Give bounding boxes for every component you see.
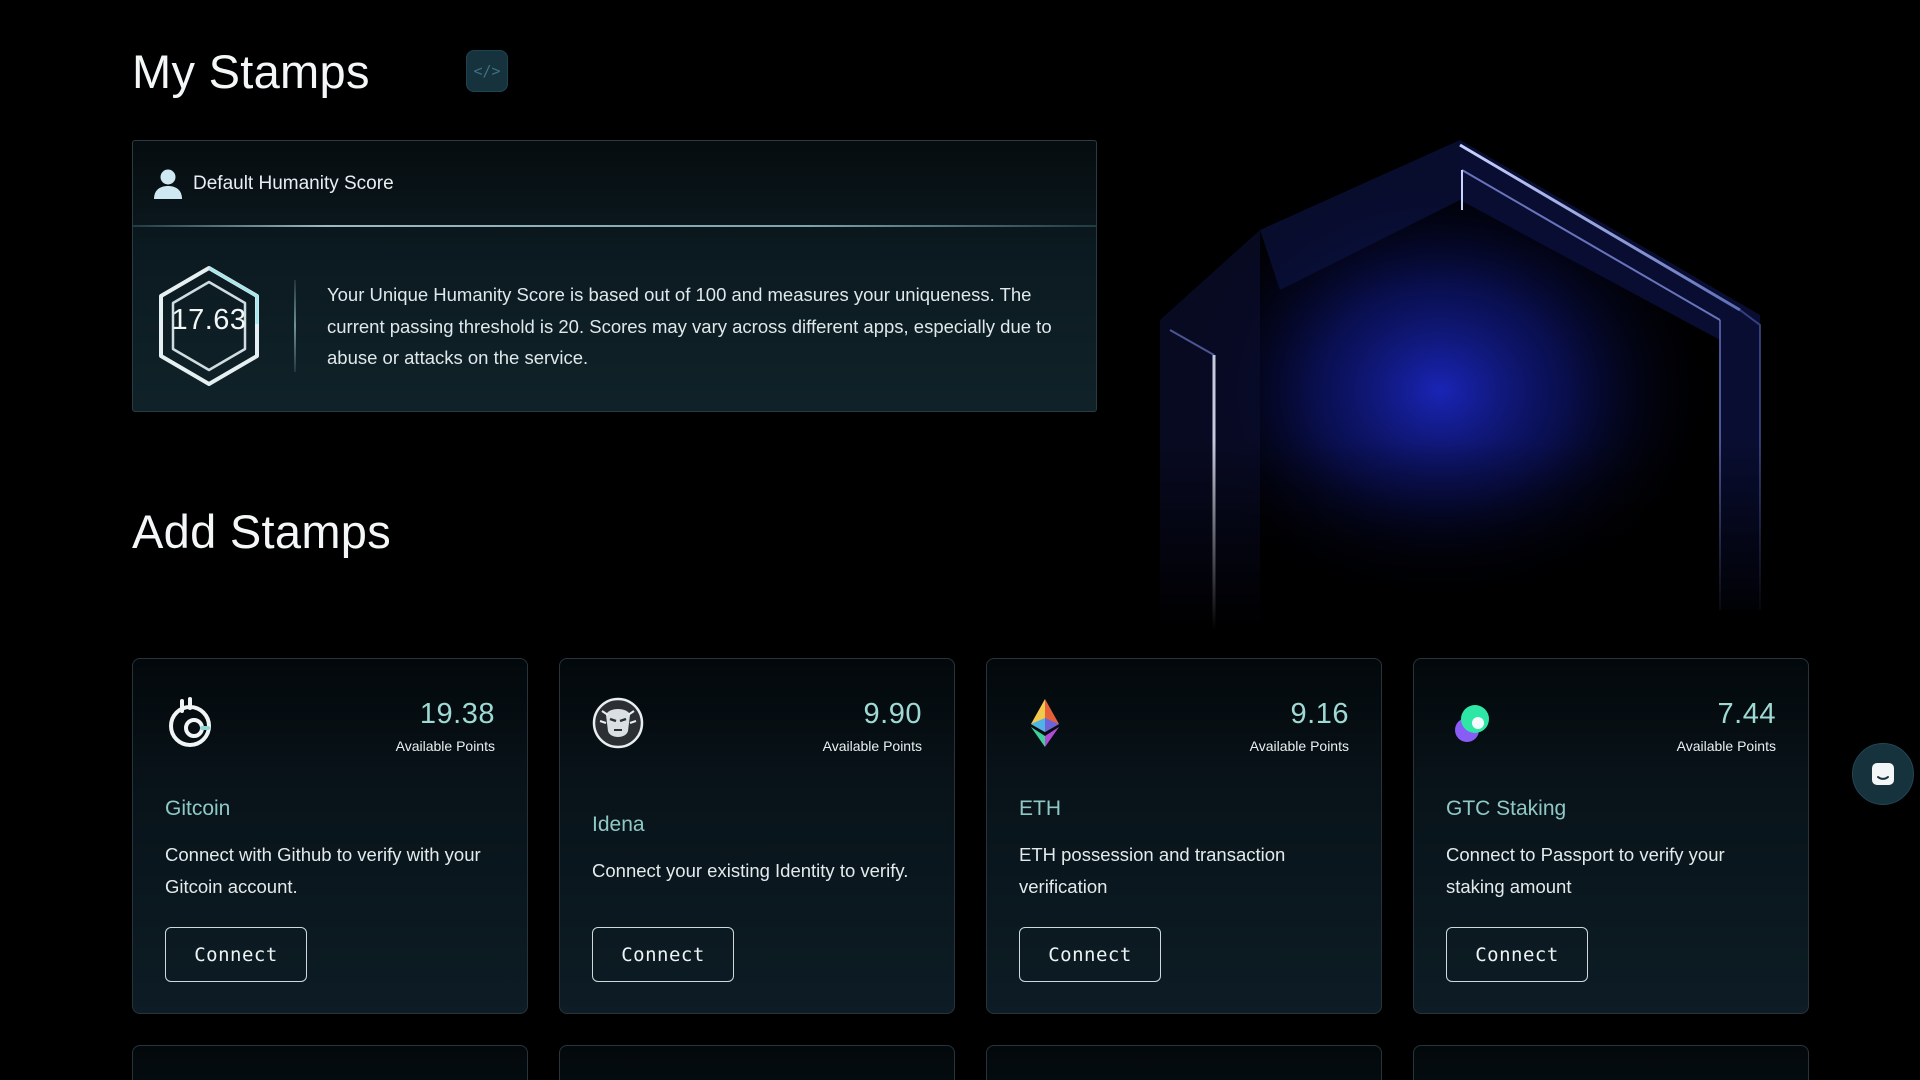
stamp-card-partial	[1413, 1045, 1809, 1080]
connect-button-idena[interactable]: Connect	[592, 927, 734, 982]
stamp-name: ETH	[1019, 797, 1061, 820]
gtc-staking-logo-icon	[1455, 705, 1489, 742]
stamp-name: Idena	[592, 813, 645, 836]
connect-button-eth[interactable]: Connect	[1019, 927, 1161, 982]
points-value: 7.44	[1717, 698, 1776, 730]
stamp-points: 19.38 Available Points	[396, 697, 495, 754]
score-card-title: Default Humanity Score	[193, 173, 394, 194]
points-value: 9.16	[1290, 698, 1349, 730]
points-value: 19.38	[419, 698, 495, 730]
chat-launcher-button[interactable]	[1852, 743, 1914, 805]
developer-mode-toggle[interactable]: </>	[466, 50, 508, 92]
score-divider	[294, 280, 296, 372]
stamp-card-idena: 9.90 Available Points Idena Connect your…	[559, 658, 955, 1014]
stamp-description: Connect with Github to verify with your …	[165, 844, 481, 897]
code-icon: </>	[473, 62, 501, 80]
ethereum-logo-icon	[1031, 699, 1059, 747]
points-label: Available Points	[395, 738, 495, 754]
connect-button-gitcoin[interactable]: Connect	[165, 927, 307, 982]
idena-logo-icon	[592, 697, 644, 749]
stamp-card-gtc-staking: 7.44 Available Points GTC Staking Connec…	[1413, 658, 1809, 1014]
humanity-score-card: Default Humanity Score 17.63 Your Unique…	[132, 140, 1097, 412]
stamp-points: 9.90 Available Points	[823, 697, 922, 754]
stamp-card-eth: 9.16 Available Points ETH ETH possession…	[986, 658, 1382, 1014]
stamp-name: Gitcoin	[165, 797, 231, 820]
score-card-header: Default Humanity Score	[133, 141, 1096, 227]
stamp-description: Connect your existing Identity to verify…	[592, 860, 909, 881]
stamp-points: 7.44 Available Points	[1677, 697, 1776, 754]
stamp-points: 9.16 Available Points	[1250, 697, 1349, 754]
stamp-card-partial	[986, 1045, 1382, 1080]
chat-icon	[1872, 763, 1894, 785]
points-label: Available Points	[1676, 738, 1776, 754]
score-description: Your Unique Humanity Score is based out …	[327, 284, 1052, 368]
points-value: 9.90	[863, 698, 922, 730]
points-label: Available Points	[822, 738, 922, 754]
stamp-description: Connect to Passport to verify your staki…	[1446, 844, 1725, 897]
stamp-description: ETH possession and transaction verificat…	[1019, 844, 1286, 897]
stamp-card-gitcoin: 19.38 Available Points Gitcoin Connect w…	[132, 658, 528, 1014]
stamp-name: GTC Staking	[1446, 797, 1567, 820]
decorative-frame-artwork	[1140, 140, 1780, 630]
my-stamps-title: My Stamps	[132, 45, 370, 98]
page: My Stamps </> Default Humanity Score 17.…	[0, 0, 1920, 1080]
connect-button-gtc-staking[interactable]: Connect	[1446, 927, 1588, 982]
points-label: Available Points	[1249, 738, 1349, 754]
stamp-card-partial	[559, 1045, 955, 1080]
add-stamps-title: Add Stamps	[132, 505, 392, 558]
gitcoin-logo-icon	[169, 697, 211, 747]
stamp-card-partial	[132, 1045, 528, 1080]
humanity-score-value: 17.63	[171, 304, 247, 336]
user-icon	[154, 169, 182, 199]
